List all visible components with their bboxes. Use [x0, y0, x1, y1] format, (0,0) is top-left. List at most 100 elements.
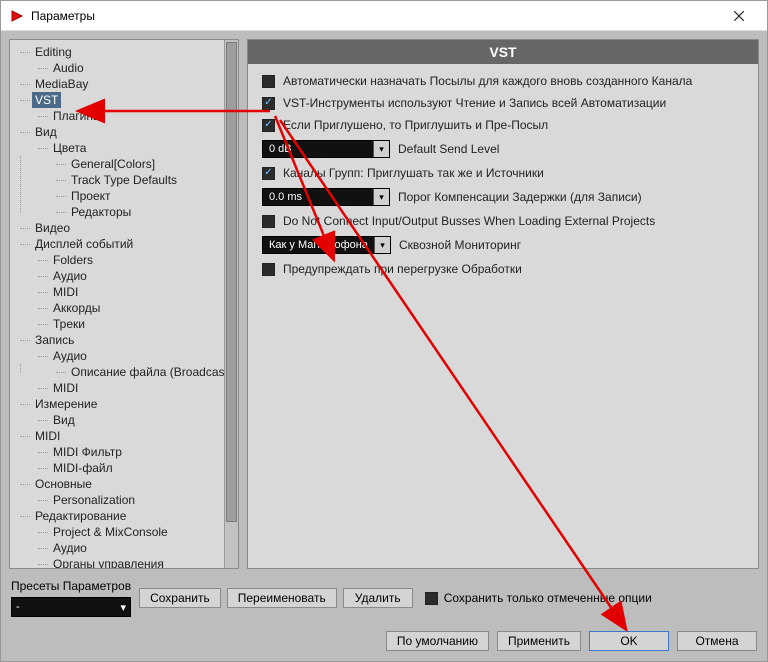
tree-item-label[interactable]: Editing [32, 44, 75, 60]
tree-item-label[interactable]: Запись [32, 332, 77, 348]
tree-item-label[interactable]: Цвета [50, 140, 89, 156]
tree-item-label[interactable]: Органы управления [50, 556, 167, 569]
checkbox-vst-instruments[interactable] [262, 97, 275, 110]
tree-item[interactable]: МIDI [34, 380, 236, 396]
tree-item-label[interactable]: Проект [68, 188, 114, 204]
tree-item[interactable]: MIDI-файл [34, 460, 236, 476]
tree-item[interactable]: Аудио [34, 268, 236, 284]
tree-item-label[interactable]: МIDI [50, 284, 81, 300]
checkbox-group-channels[interactable] [262, 167, 275, 180]
label-delay-comp: Порог Компенсации Задержки (для Записи) [398, 190, 642, 204]
tree-item-label[interactable]: Основные [32, 476, 95, 492]
tree-item-label[interactable]: Вид [32, 124, 60, 140]
tree-item-label[interactable]: MIDI-файл [50, 460, 116, 476]
chevron-down-icon[interactable]: ▾ [374, 237, 390, 253]
tree-item[interactable]: Треки [34, 316, 236, 332]
tree-item[interactable]: Project & MixConsole [34, 524, 236, 540]
defaults-button[interactable]: По умолчанию [386, 631, 489, 651]
tree-item-label[interactable]: Измерение [32, 396, 100, 412]
preset-rename-button[interactable]: Переименовать [227, 588, 337, 608]
combo-monitoring-value: Как у Магнитофона [263, 239, 374, 251]
tree-item-label[interactable]: Редактирование [32, 508, 129, 524]
presets-select[interactable]: - ▾ [11, 597, 131, 617]
tree-item[interactable]: Audio [34, 60, 236, 76]
checkbox-mute-presend[interactable] [262, 119, 275, 132]
tree-item-label[interactable]: Аудио [50, 348, 90, 364]
tree-item[interactable]: Аккорды [34, 300, 236, 316]
tree-item-label[interactable]: МIDI [50, 380, 81, 396]
tree-item-label[interactable]: Personalization [50, 492, 138, 508]
tree-item[interactable]: Вид [34, 412, 236, 428]
tree-item-label[interactable]: Project & MixConsole [50, 524, 171, 540]
apply-button[interactable]: Применить [497, 631, 581, 651]
tree-item-label[interactable]: Видео [32, 220, 73, 236]
tree-item[interactable]: Измерение [16, 396, 236, 412]
tree-item-label[interactable]: General[Colors] [68, 156, 158, 172]
preset-delete-button[interactable]: Удалить [343, 588, 413, 608]
ok-button[interactable]: OK [589, 631, 669, 651]
tree-children: АудиоОписание файла (Broadcast)МIDI [16, 348, 236, 396]
checkbox-no-connect-busses[interactable] [262, 215, 275, 228]
tree-item-label[interactable]: Описание файла (Broadcast) [68, 364, 235, 380]
category-tree[interactable]: EditingAudioMediaBayVSTПлагиныВидЦветаGe… [9, 39, 239, 569]
tree-item[interactable]: МIDI Фильтр [34, 444, 236, 460]
tree-item-label[interactable]: Folders [50, 252, 96, 268]
tree-item[interactable]: Цвета [34, 140, 236, 156]
tree-item-label[interactable]: Аудио [50, 540, 90, 556]
tree-item[interactable]: Основные [16, 476, 236, 492]
tree-item-label[interactable]: VST [32, 92, 61, 108]
tree-item-label[interactable]: Дисплей событий [32, 236, 136, 252]
tree-item-label[interactable]: МIDI Фильтр [50, 444, 125, 460]
tree-item[interactable]: Редактирование [16, 508, 236, 524]
combo-default-send-level[interactable]: 0 dB ▾ [262, 140, 390, 158]
chevron-down-icon[interactable]: ▾ [373, 189, 389, 205]
tree-item[interactable]: Аудио [34, 348, 236, 364]
chevron-down-icon[interactable]: ▾ [373, 141, 389, 157]
preset-save-button[interactable]: Сохранить [139, 588, 221, 608]
tree-item-label[interactable]: Редакторы [68, 204, 134, 220]
tree-children: ЦветаGeneral[Colors]Track Type DefaultsП… [16, 140, 236, 220]
tree-item-label[interactable]: MediaBay [32, 76, 91, 92]
combo-delay-comp[interactable]: 0.0 ms ▾ [262, 188, 390, 206]
tree-item[interactable]: Personalization [34, 492, 236, 508]
combo-monitoring[interactable]: Как у Магнитофона ▾ [262, 236, 391, 254]
tree-item-label[interactable]: Audio [50, 60, 87, 76]
preferences-window: Параметры EditingAudioMediaBayVSTПлагины… [0, 0, 768, 662]
tree-item[interactable]: General[Colors] [52, 156, 236, 172]
cancel-button[interactable]: Отмена [677, 631, 757, 651]
combo-delay-comp-value: 0.0 ms [263, 191, 373, 203]
tree-item[interactable]: МIDI [16, 428, 236, 444]
tree-item[interactable]: Редакторы [52, 204, 236, 220]
tree-item[interactable]: Плагины [34, 108, 236, 124]
tree-item[interactable]: VST [16, 92, 236, 108]
tree-item[interactable]: Органы управления [34, 556, 236, 569]
checkbox-warn-overload[interactable] [262, 263, 275, 276]
checkbox-auto-sends[interactable] [262, 75, 275, 88]
close-button[interactable] [719, 2, 759, 30]
tree-item-label[interactable]: Аккорды [50, 300, 103, 316]
tree-scrollbar-thumb[interactable] [226, 42, 237, 522]
tree-scrollbar[interactable] [224, 40, 238, 568]
tree-item-label[interactable]: Треки [50, 316, 88, 332]
tree-item[interactable]: МIDI [34, 284, 236, 300]
tree-item-label[interactable]: Track Type Defaults [68, 172, 180, 188]
tree-item-label[interactable]: Плагины [50, 108, 105, 124]
tree-item-label[interactable]: МIDI [32, 428, 63, 444]
label-monitoring: Сквозной Мониторинг [399, 238, 521, 252]
tree-item[interactable]: Track Type Defaults [52, 172, 236, 188]
label-group-channels: Каналы Групп: Приглушать так же и Источн… [283, 166, 544, 180]
tree-item[interactable]: Editing [16, 44, 236, 60]
tree-item[interactable]: Проект [52, 188, 236, 204]
tree-item[interactable]: Аудио [34, 540, 236, 556]
tree-item[interactable]: Дисплей событий [16, 236, 236, 252]
tree-item[interactable]: MediaBay [16, 76, 236, 92]
tree-item[interactable]: Описание файла (Broadcast) [52, 364, 236, 380]
tree-item-label[interactable]: Вид [50, 412, 78, 428]
tree-item[interactable]: Видео [16, 220, 236, 236]
tree-item-label[interactable]: Аудио [50, 268, 90, 284]
tree-item[interactable]: Folders [34, 252, 236, 268]
tree-item[interactable]: Вид [16, 124, 236, 140]
tree-children: Вид [16, 412, 236, 428]
checkbox-save-marked-only[interactable] [425, 592, 438, 605]
tree-item[interactable]: Запись [16, 332, 236, 348]
